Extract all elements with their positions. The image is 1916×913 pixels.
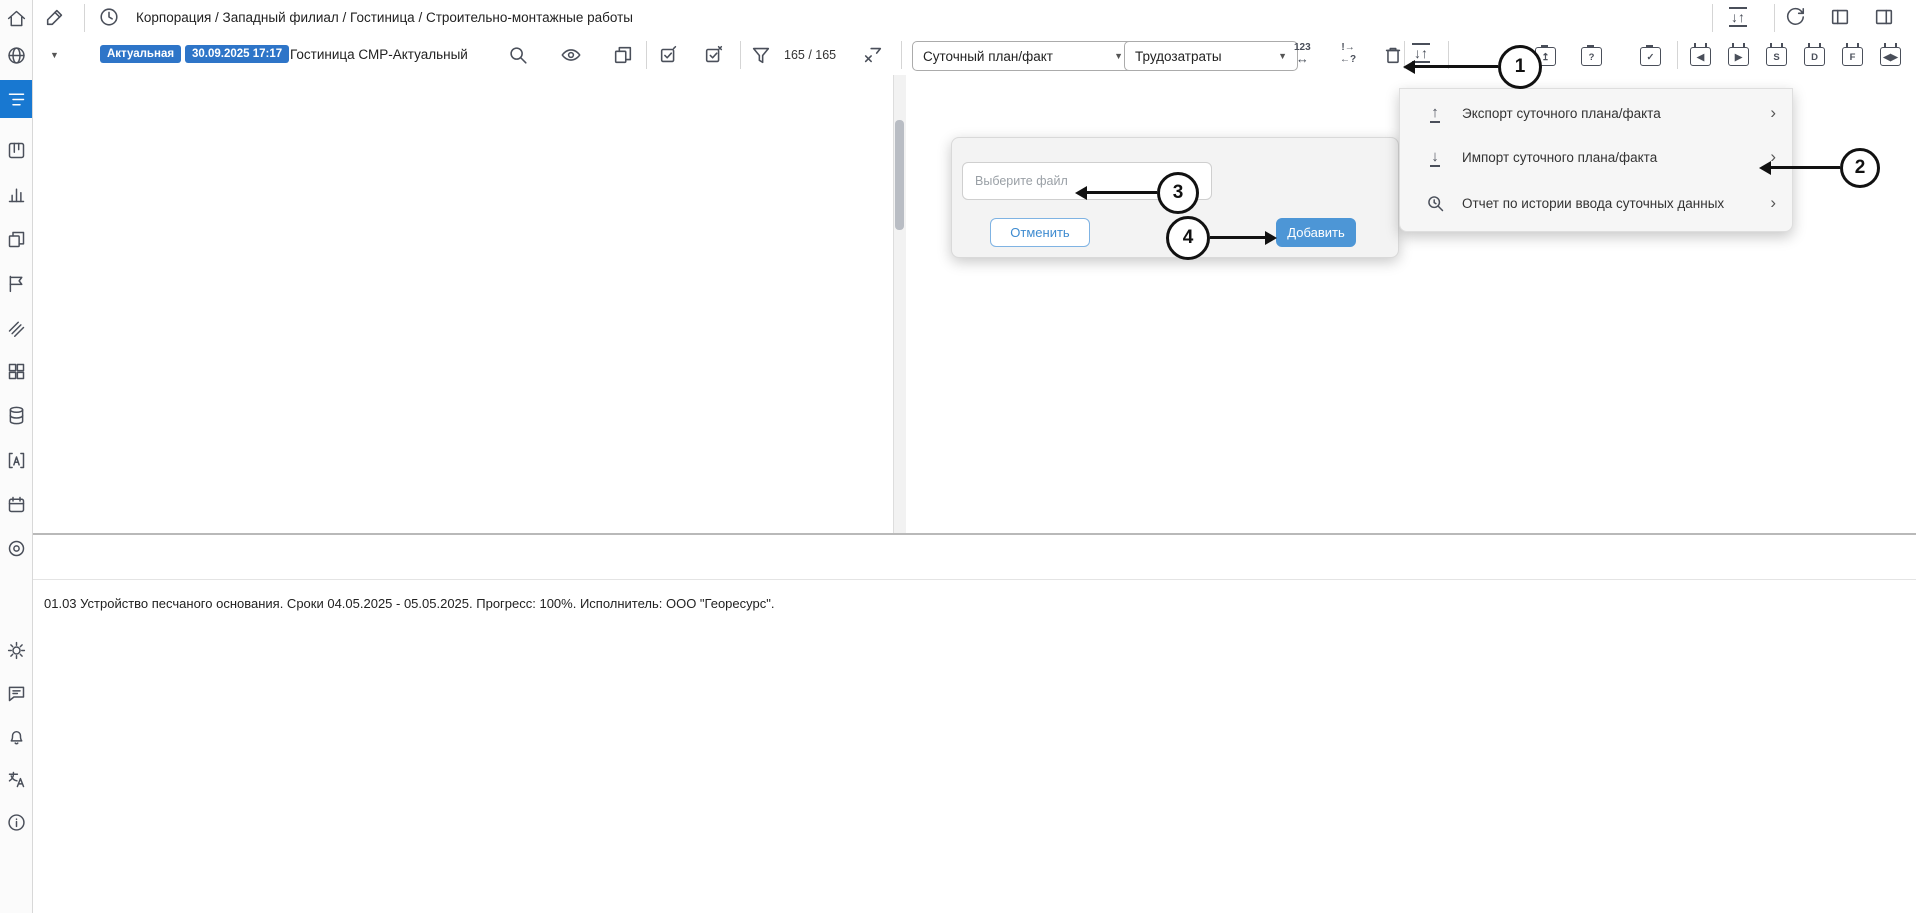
callout-3: 3 xyxy=(1157,172,1199,214)
work-info-row: 01.03 Устройство песчаного основания. Ср… xyxy=(32,579,1916,631)
calendar-next-icon[interactable]: ▶ xyxy=(1728,44,1749,66)
mode-select[interactable]: Суточный план/факт▼ xyxy=(912,41,1134,71)
app-window: Корпорация / Западный филиал / Гостиница… xyxy=(0,0,1916,913)
check-all-icon[interactable] xyxy=(658,44,680,66)
version-dropdown-caret[interactable]: ▼ xyxy=(50,50,59,60)
add-button[interactable]: Добавить xyxy=(1276,218,1356,247)
menu-item-export[interactable]: ↑ Экспорт суточного плана/факта› xyxy=(1400,91,1792,135)
left-sidebar xyxy=(0,0,33,913)
menu-item-history-report[interactable]: Отчет по истории ввода суточных данных› xyxy=(1400,181,1792,225)
callout-3-arrow xyxy=(1086,191,1157,194)
chat-icon[interactable] xyxy=(4,681,28,705)
layout-right-panel-icon[interactable] xyxy=(1873,6,1895,28)
globe-icon[interactable] xyxy=(4,43,28,67)
brightness-icon[interactable] xyxy=(4,638,28,662)
cancel-button[interactable]: Отменить xyxy=(990,218,1090,247)
callout-2: 2 xyxy=(1840,148,1880,188)
clock-icon[interactable] xyxy=(98,6,120,28)
kanban-icon[interactable] xyxy=(4,138,28,162)
pages-icon[interactable] xyxy=(4,227,28,251)
column-width-numbers-icon[interactable]: 123↔ xyxy=(1294,43,1311,65)
delete-icon[interactable] xyxy=(1382,44,1404,66)
edit-icon[interactable] xyxy=(44,6,66,28)
uncheck-all-icon[interactable] xyxy=(703,44,725,66)
metric-select[interactable]: Трудозатраты▼ xyxy=(1124,41,1298,71)
callout-4: 4 xyxy=(1166,216,1210,260)
flag-icon[interactable] xyxy=(4,271,28,295)
project-title: Гостиница СМР-Актуальный xyxy=(290,47,468,62)
search-icon[interactable] xyxy=(507,44,529,66)
work-info-text: 01.03 Устройство песчаного основания. Ср… xyxy=(44,596,774,611)
bell-icon[interactable] xyxy=(4,724,28,748)
version-datetime-badge: 30.09.2025 17:17 xyxy=(185,45,289,63)
import-icon: ↓ xyxy=(1422,148,1448,167)
calendar-range-icon[interactable]: ◀▶ xyxy=(1880,44,1901,66)
daily-detail-table xyxy=(32,630,1916,913)
work-table-scroll-thumb[interactable] xyxy=(895,120,904,230)
import-export-icon[interactable]: ↓↑ xyxy=(1729,7,1747,27)
database-icon[interactable] xyxy=(4,403,28,427)
export-icon: ↑ xyxy=(1422,104,1448,123)
callout-2-arrow xyxy=(1770,166,1840,169)
filter-clear-icon[interactable] xyxy=(862,44,884,66)
visibility-icon[interactable] xyxy=(560,44,582,66)
clipboard-question-icon[interactable]: ? xyxy=(1581,44,1602,66)
bar-chart-icon[interactable] xyxy=(4,182,28,206)
diagonal-lines-icon[interactable] xyxy=(4,315,28,339)
callout-4-arrow xyxy=(1210,236,1266,239)
version-status-badge: Актуальная xyxy=(100,45,181,63)
copy-structure-icon[interactable] xyxy=(612,44,634,66)
layout-left-panel-icon[interactable] xyxy=(1829,6,1851,28)
callout-1: 1 xyxy=(1498,45,1542,89)
calendar-d-icon[interactable]: D xyxy=(1804,44,1825,66)
work-table xyxy=(32,75,893,533)
version-toolbar: ▼ Актуальная 30.09.2025 17:17 Гостиница … xyxy=(32,36,1916,76)
calendar-s-icon[interactable]: S xyxy=(1766,44,1787,66)
filter-icon[interactable] xyxy=(750,44,772,66)
hierarchy-icon[interactable] xyxy=(0,80,32,118)
target-icon[interactable] xyxy=(4,536,28,560)
clipboard-check-icon[interactable]: ✓ xyxy=(1640,44,1661,66)
top-bar: Корпорация / Западный филиал / Гостиница… xyxy=(32,0,1916,37)
info-icon[interactable] xyxy=(4,810,28,834)
history-search-icon xyxy=(1422,193,1448,214)
missing-values-icon[interactable]: !→←? xyxy=(1340,43,1356,65)
export-import-menu: ↑ Экспорт суточного плана/факта› ↓ Импор… xyxy=(1399,88,1793,232)
bottom-panel: 01.03 Устройство песчаного основания. Ср… xyxy=(32,533,1916,913)
calendar-f-icon[interactable]: F xyxy=(1842,44,1863,66)
callout-1-arrow xyxy=(1414,65,1498,68)
grid-icon[interactable] xyxy=(4,359,28,383)
calendar-icon[interactable] xyxy=(4,492,28,516)
calendar-prev-icon[interactable]: ◀ xyxy=(1690,44,1711,66)
translate-icon[interactable] xyxy=(4,767,28,791)
menu-item-import[interactable]: ↓ Импорт суточного плана/факта› xyxy=(1400,135,1792,179)
attribute-a-icon[interactable] xyxy=(4,448,28,472)
refresh-icon[interactable] xyxy=(1784,6,1806,28)
breadcrumb: Корпорация / Западный филиал / Гостиница… xyxy=(136,10,633,25)
filter-count: 165 / 165 xyxy=(784,48,836,62)
home-icon[interactable] xyxy=(4,6,28,30)
